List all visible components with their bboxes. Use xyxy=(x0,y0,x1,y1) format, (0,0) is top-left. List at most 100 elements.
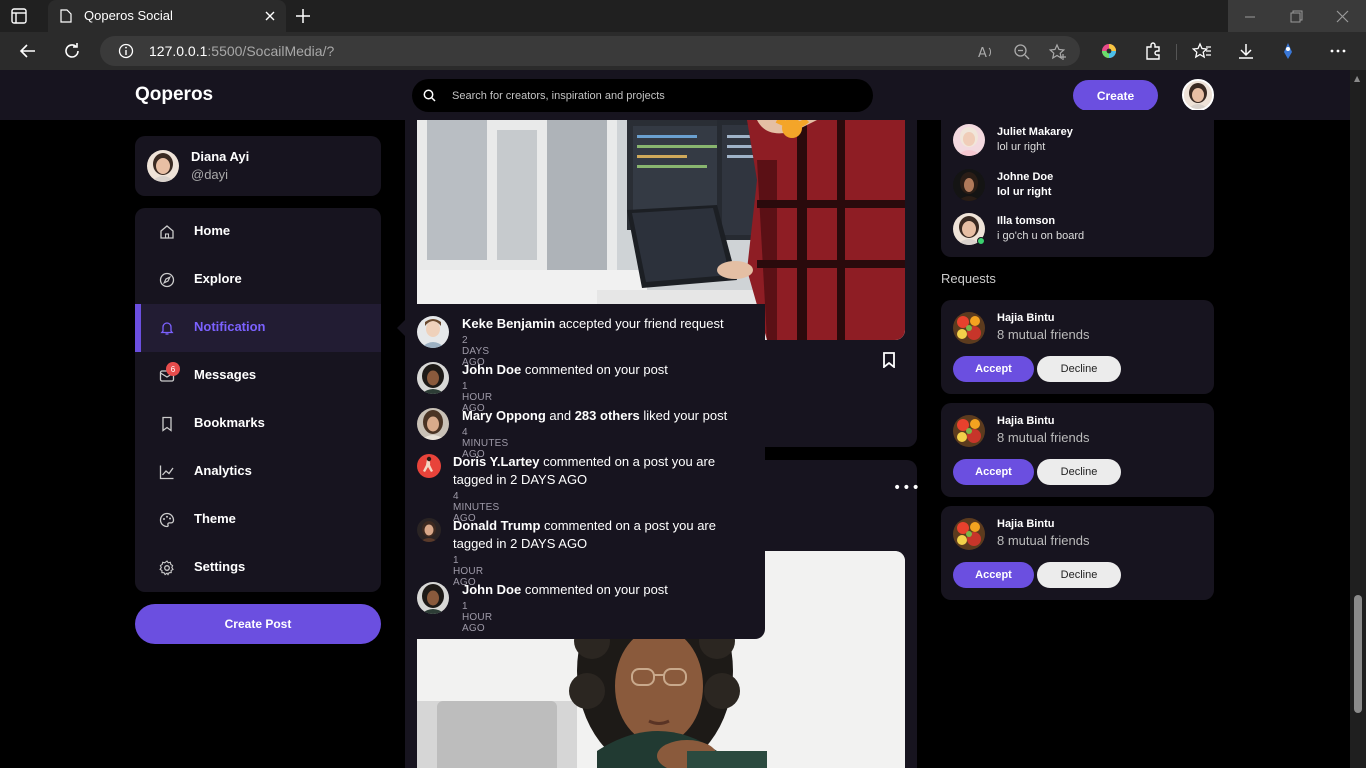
palette-icon xyxy=(159,512,175,528)
decline-button[interactable]: Decline xyxy=(1037,459,1121,485)
scroll-up-icon[interactable]: ▲ xyxy=(1354,74,1360,83)
notification-time: 1 HOUR AGO xyxy=(462,601,493,634)
message-sender: Johne Doe xyxy=(997,171,1054,183)
page: ••• Qoperos Search for creators, inspira… xyxy=(0,70,1350,768)
more-menu-icon[interactable] xyxy=(1328,41,1348,61)
svg-text:A: A xyxy=(978,46,987,61)
browser-toolbar: 127.0.0.1:5500/SocailMedia/? A xyxy=(0,32,1366,70)
browser-tab[interactable]: Qoperos Social xyxy=(48,0,286,32)
notification-avatar xyxy=(417,362,449,394)
browser-essentials-icon[interactable] xyxy=(1278,41,1298,61)
bookmark-icon[interactable] xyxy=(882,352,896,368)
notification-connector: and xyxy=(545,408,575,423)
mutual-friends: 8 mutual friends xyxy=(997,327,1090,342)
read-aloud-icon[interactable]: A xyxy=(977,43,995,61)
notification-text: Keke Benjamin accepted your friend reque… xyxy=(462,315,724,333)
notification-text: John Doe commented on your post xyxy=(462,361,668,379)
message-avatar xyxy=(953,169,985,201)
sidebar-item-label: Home xyxy=(194,223,231,238)
scroll-thumb[interactable] xyxy=(1354,595,1362,713)
new-tab-icon[interactable] xyxy=(294,7,312,25)
zoom-out-icon[interactable] xyxy=(1013,43,1031,61)
color-extension-icon[interactable] xyxy=(1099,41,1119,61)
request-name: Hajia Bintu xyxy=(997,518,1055,530)
messages-badge: 6 xyxy=(166,362,180,376)
sidebar-item-explore[interactable]: Explore xyxy=(135,256,381,304)
logo[interactable]: Qoperos xyxy=(135,84,213,106)
friend-request-card: Hajia Bintu 8 mutual friends Accept Decl… xyxy=(941,300,1214,394)
notification-name: Donald Trump xyxy=(453,518,541,533)
request-name: Hajia Bintu xyxy=(997,312,1055,324)
requests-heading: Requests xyxy=(941,271,996,286)
minimize-icon[interactable] xyxy=(1244,11,1256,23)
sidebar: Home Explore Notification 6 Messages Boo… xyxy=(135,208,381,592)
sidebar-item-home[interactable]: Home xyxy=(135,208,381,256)
compass-icon xyxy=(159,272,175,288)
message-item[interactable]: Illa tomson i go'ch u on board xyxy=(953,213,1203,249)
message-sender: Illa tomson xyxy=(997,215,1056,227)
info-icon[interactable] xyxy=(118,43,134,59)
notification-action: liked your post xyxy=(639,408,728,423)
url-text: 127.0.0.1:5500/SocailMedia/? xyxy=(149,43,334,59)
favorites-icon[interactable] xyxy=(1192,41,1212,61)
accept-button[interactable]: Accept xyxy=(953,356,1034,382)
search-input[interactable] xyxy=(452,79,852,112)
restore-icon[interactable] xyxy=(1290,10,1303,23)
notification-text: Mary Oppong and 283 others liked your po… xyxy=(462,407,727,425)
request-avatar xyxy=(953,312,985,344)
toolbar-divider xyxy=(1176,44,1177,60)
sidebar-item-notification[interactable]: Notification xyxy=(135,304,381,352)
more-options-icon[interactable]: ••• xyxy=(893,480,921,496)
sidebar-item-theme[interactable]: Theme xyxy=(135,496,381,544)
profile-name: Diana Ayi xyxy=(191,149,250,164)
search-bar[interactable] xyxy=(412,79,873,112)
tab-actions-icon[interactable] xyxy=(10,7,28,25)
bell-icon xyxy=(160,322,174,335)
sidebar-item-messages[interactable]: 6 Messages xyxy=(135,352,381,400)
sidebar-item-label: Notification xyxy=(194,319,266,334)
mutual-friends: 8 mutual friends xyxy=(997,430,1090,445)
mutual-friends: 8 mutual friends xyxy=(997,533,1090,548)
notification-text: John Doe commented on your post xyxy=(462,581,668,599)
notification-avatar xyxy=(417,408,449,440)
add-favorite-icon[interactable] xyxy=(1049,43,1067,61)
chart-icon xyxy=(159,465,174,480)
notification-text: Donald Trump commented on a post you are xyxy=(453,517,716,535)
active-indicator xyxy=(135,304,141,352)
refresh-icon[interactable] xyxy=(62,41,82,61)
profile-handle: @dayi xyxy=(191,167,229,182)
message-item[interactable]: Johne Doe lol ur right xyxy=(953,169,1203,205)
sidebar-item-analytics[interactable]: Analytics xyxy=(135,448,381,496)
accept-button[interactable]: Accept xyxy=(953,562,1034,588)
message-item[interactable]: Juliet Makarey lol ur right xyxy=(953,124,1203,160)
friend-request-card: Hajia Bintu 8 mutual friends Accept Decl… xyxy=(941,506,1214,600)
accept-button[interactable]: Accept xyxy=(953,459,1034,485)
downloads-icon[interactable] xyxy=(1236,41,1256,61)
sidebar-item-settings[interactable]: Settings xyxy=(135,544,381,592)
create-post-button[interactable]: Create Post xyxy=(135,604,381,644)
sidebar-item-label: Theme xyxy=(194,511,236,526)
sidebar-item-label: Analytics xyxy=(194,463,252,478)
notification-name: John Doe xyxy=(462,582,522,597)
page-icon xyxy=(60,9,72,23)
url-path: :5500/SocailMedia/? xyxy=(207,43,335,59)
decline-button[interactable]: Decline xyxy=(1037,356,1121,382)
popup-arrow xyxy=(397,320,405,336)
create-button[interactable]: Create xyxy=(1073,80,1158,111)
address-bar[interactable]: 127.0.0.1:5500/SocailMedia/? A xyxy=(100,36,1080,66)
decline-button[interactable]: Decline xyxy=(1037,562,1121,588)
profile-card[interactable]: Diana Ayi @dayi xyxy=(135,136,381,196)
extensions-icon[interactable] xyxy=(1143,41,1163,61)
user-avatar[interactable] xyxy=(1182,79,1214,111)
page-scrollbar[interactable]: ▲ xyxy=(1350,70,1366,768)
close-tab-icon[interactable] xyxy=(262,8,278,24)
notification-action: commented on a post you are xyxy=(540,518,716,533)
back-icon[interactable] xyxy=(18,41,38,61)
friend-request-card: Hajia Bintu 8 mutual friends Accept Decl… xyxy=(941,403,1214,497)
notification-avatar xyxy=(417,582,449,614)
bookmark-icon xyxy=(162,416,172,432)
sidebar-item-bookmarks[interactable]: Bookmarks xyxy=(135,400,381,448)
sidebar-item-label: Explore xyxy=(194,271,242,286)
close-window-icon[interactable] xyxy=(1336,10,1349,23)
notification-action: commented on your post xyxy=(521,362,668,377)
